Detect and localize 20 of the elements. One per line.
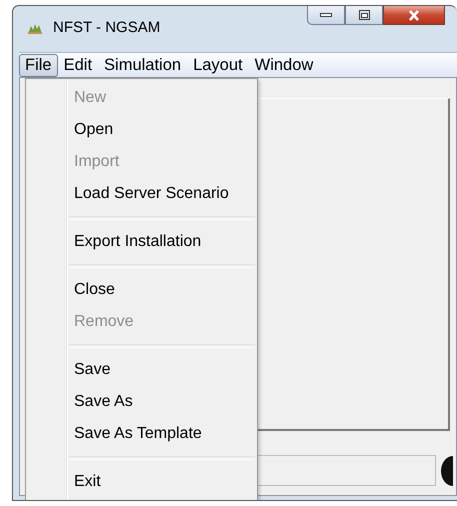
menu-option[interactable]: Exit — [28, 466, 255, 498]
menu-option[interactable]: Save — [28, 354, 255, 386]
close-icon — [408, 10, 420, 20]
maximize-icon — [358, 10, 370, 20]
menu-item[interactable]: Window — [248, 54, 320, 76]
window-title: NFST - NGSAM — [53, 19, 160, 36]
menu-item[interactable]: Edit — [58, 54, 98, 76]
maximize-button[interactable] — [345, 6, 383, 25]
menu-option[interactable]: Save As — [28, 386, 255, 418]
minimize-button[interactable] — [307, 6, 345, 25]
menu-option[interactable]: Load Server Scenario — [28, 178, 255, 210]
close-button[interactable] — [383, 6, 445, 25]
minimize-icon — [320, 12, 332, 18]
menu-option[interactable]: Open — [28, 114, 255, 146]
menu-item[interactable]: File — [19, 54, 58, 76]
menu-item[interactable]: Layout — [187, 54, 249, 76]
menu-option[interactable]: Save As Template — [28, 418, 255, 450]
menu-option[interactable]: Export Installation — [28, 226, 255, 258]
menu-item[interactable]: Simulation — [98, 54, 188, 76]
menu-option[interactable]: Close — [28, 274, 255, 306]
